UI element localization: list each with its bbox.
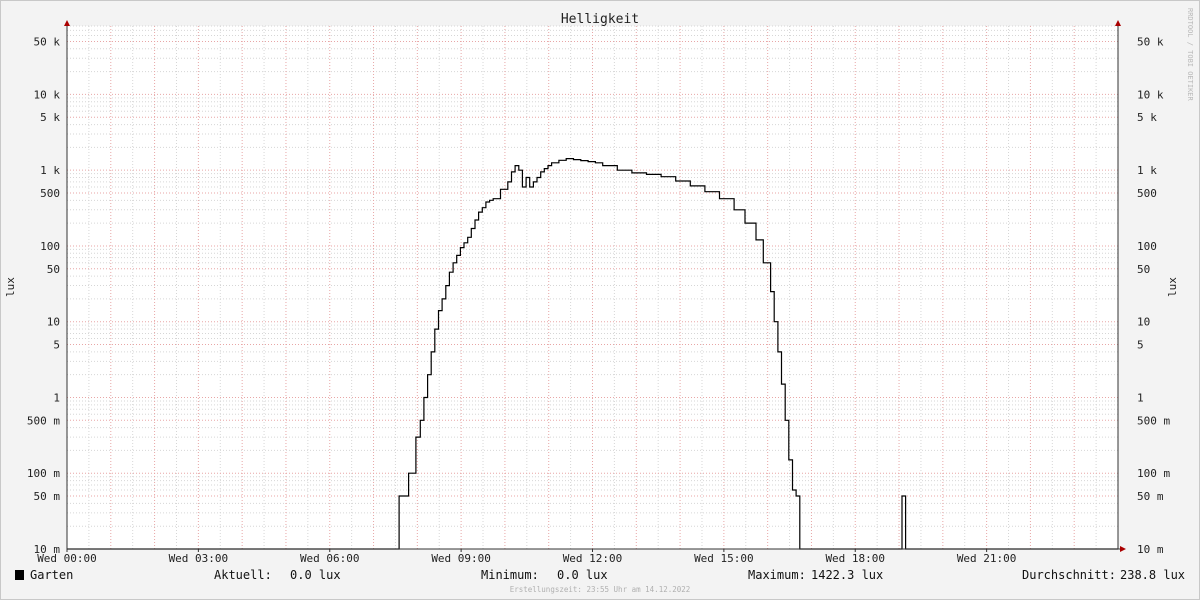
legend-swatch-garten (15, 570, 24, 580)
y-tick-label-right: 10 m (1137, 543, 1164, 556)
x-tick-label: Wed 09:00 (431, 552, 491, 565)
legend-min-label: Minimum: (481, 568, 539, 582)
y-tick-label-right: 50 k (1137, 35, 1164, 48)
y-tick-label-right: 5 (1137, 339, 1144, 352)
y-tick-label-left: 10 k (34, 88, 61, 101)
x-tick-labels: Wed 00:00 Wed 03:00 Wed 06:00 Wed 09:00 Wed … (37, 549, 1016, 565)
x-tick-label: Wed 21:00 (957, 552, 1017, 565)
legend-current-value: 0.0 lux (290, 568, 341, 582)
x-axis-arrow (1120, 546, 1126, 552)
y-tick-label-left: 50 (47, 263, 60, 276)
y-tick-label-left: 50 m (34, 490, 61, 503)
y-tick-label-left: 1 (53, 391, 60, 404)
y-tick-label-left: 500 (40, 187, 60, 200)
y-tick-label-left: 5 (53, 339, 60, 352)
y-axis-label-right: lux (1166, 277, 1179, 297)
y-tick-label-right: 100 m (1137, 467, 1170, 480)
x-tick-label: Wed 03:00 (169, 552, 229, 565)
x-tick-label: Wed 15:00 (694, 552, 754, 565)
y-tick-label-left: 500 m (27, 414, 60, 427)
y-tick-label-right: 1 k (1137, 164, 1157, 177)
y-axis-arrow-right (1115, 20, 1121, 26)
legend-avg-value: 238.8 lux (1120, 568, 1185, 582)
y-tick-label-right: 10 k (1137, 88, 1164, 101)
legend-avg-label: Durchschnitt: (1022, 568, 1116, 582)
y-tick-label-right: 5 k (1137, 111, 1157, 124)
y-tick-label-left: 50 k (34, 35, 61, 48)
y-tick-label-right: 50 (1137, 263, 1150, 276)
chart-title: Helligkeit (561, 12, 639, 27)
y-tick-label-right: 50 m (1137, 490, 1164, 503)
y-tick-label-left: 5 k (40, 111, 60, 124)
y-tick-label-right: 100 (1137, 240, 1157, 253)
y-axis-arrow-left (64, 20, 70, 26)
legend-series-name: Garten (30, 568, 73, 582)
creation-time-footer: Erstellungszeit: 23:55 Uhr am 14.12.2022 (510, 585, 691, 594)
legend-current-label: Aktuell: (214, 568, 272, 582)
y-tick-label-left: 1 k (40, 164, 60, 177)
y-tick-labels-left: 50 k 10 k 5 k 1 k 500 100 50 10 5 1 500 m 100 m 50 m… (27, 35, 60, 556)
y-tick-label-right: 500 (1137, 187, 1157, 200)
y-tick-label-left: 100 (40, 240, 60, 253)
x-tick-label: Wed 18:00 (825, 552, 885, 565)
x-tick-label: Wed 00:00 (37, 552, 97, 565)
y-tick-label-left: 10 (47, 316, 60, 329)
x-tick-label: Wed 06:00 (300, 552, 360, 565)
y-tick-label-right: 1 (1137, 391, 1144, 404)
x-tick-label: Wed 12:00 (563, 552, 623, 565)
legend-max-label: Maximum: (748, 568, 806, 582)
legend-max-value: 1422.3 lux (811, 568, 883, 582)
y-tick-label-right: 500 m (1137, 414, 1170, 427)
brightness-chart: Helligkeit lux lux 50 k10 k5 k1 k5001005… (4, 8, 1194, 594)
y-tick-label-left: 100 m (27, 467, 60, 480)
y-axis-label-left: lux (4, 277, 17, 297)
watermark: RRDTOOL / TOBI OETIKER (1186, 8, 1194, 102)
y-tick-label-right: 10 (1137, 316, 1150, 329)
legend-min-value: 0.0 lux (557, 568, 608, 582)
